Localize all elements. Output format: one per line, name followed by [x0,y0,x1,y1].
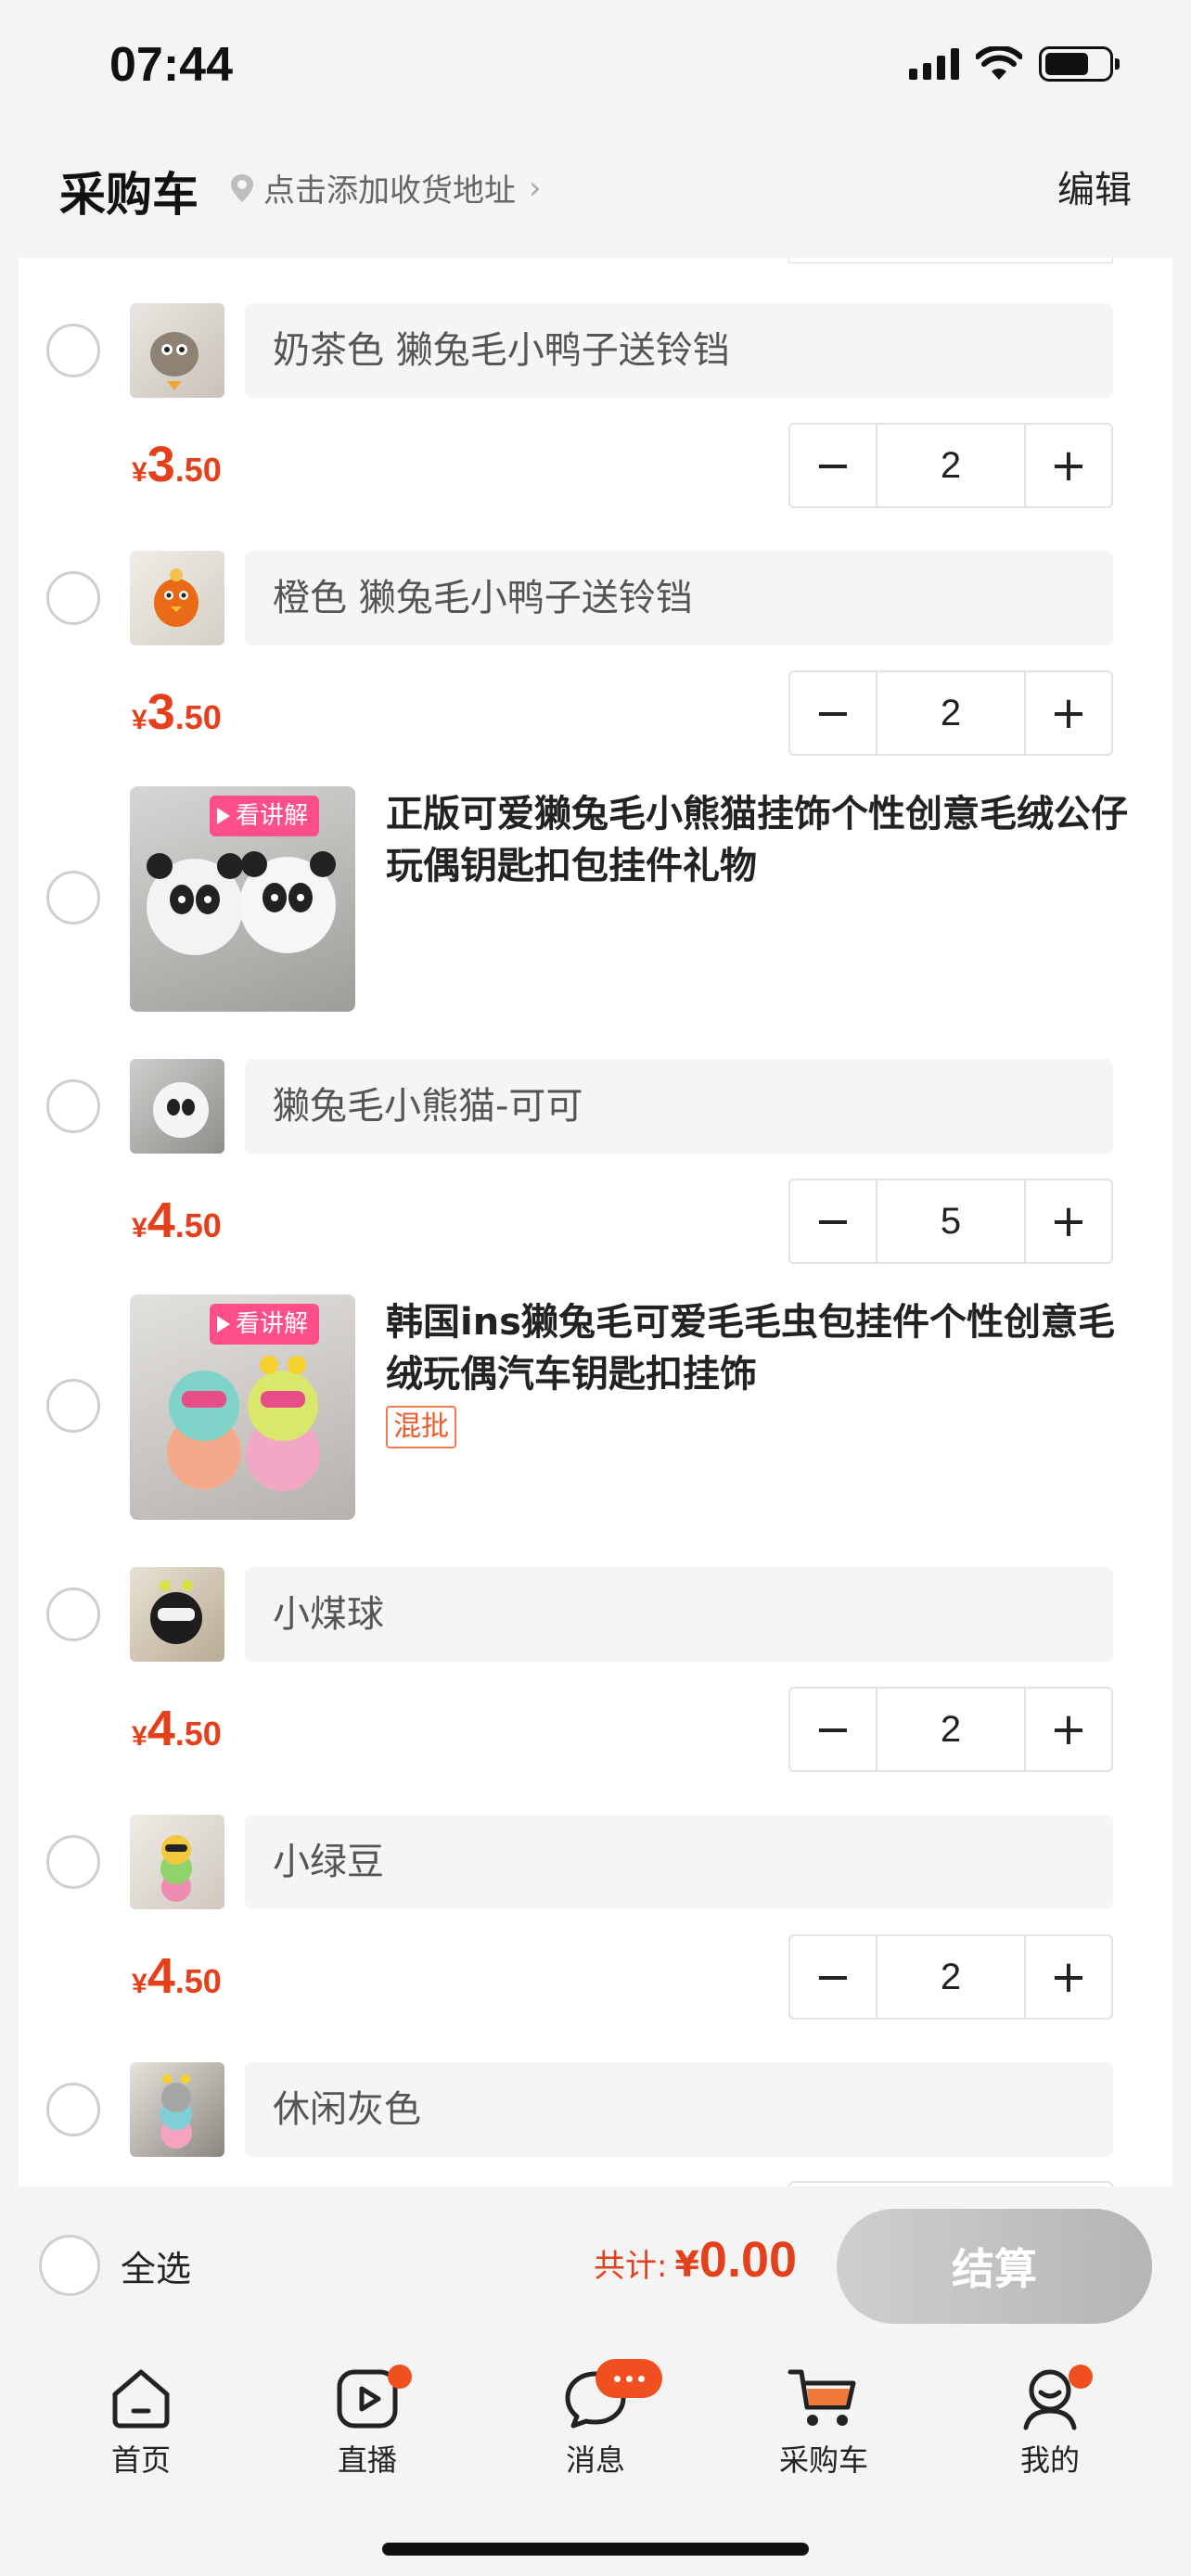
sku-checkbox[interactable] [46,1588,100,1641]
quantity-value[interactable]: 2 [876,672,1026,754]
product-image[interactable]: 看讲解 [130,1294,355,1520]
tab-me[interactable]: 我的 [976,2365,1124,2480]
badge-label: 看讲解 [236,802,309,830]
increment-button[interactable]: + [1026,672,1111,754]
play-icon [217,1316,230,1333]
cart-list: 奶茶色 獭兔毛小鸭子送铃铛 ¥3.50 − 2 + 橙色 獭兔毛小鸭子送铃铛 ¥… [19,258,1172,2187]
sku-checkbox[interactable] [46,1079,100,1133]
tab-bar: 首页 直播 消息 采购车 我的 [0,2344,1191,2576]
tab-live[interactable]: 直播 [293,2365,442,2480]
edit-button[interactable]: 编辑 [1057,159,1132,213]
quantity-stepper: − 2 + [788,1687,1113,1772]
address-label: 点击添加收货地址 [263,172,516,210]
total-label: 共计: [594,2248,668,2285]
tab-live-label: 直播 [337,2442,397,2478]
increment-button[interactable]: + [1026,425,1111,506]
quantity-value[interactable]: 2 [876,425,1026,506]
total-amount: 0.00 [698,2232,798,2288]
status-bar: 07:44 [0,0,1191,139]
live-notification-dot [388,2365,412,2389]
profile-notification-dot [1069,2365,1093,2389]
home-icon [112,2369,170,2429]
cart-icon [788,2369,856,2426]
play-icon [217,808,230,824]
status-icons [909,46,1120,82]
product-title[interactable]: 韩国ins獭兔毛可爱毛毛虫包挂件个性创意毛绒玩偶汽车钥匙扣挂饰 [386,1296,1146,1400]
product-checkbox[interactable] [46,1379,100,1433]
sku-thumbnail [130,1567,224,1662]
sku-spec[interactable]: 獭兔毛小熊猫-可可 [245,1059,1113,1154]
sku-thumbnail [130,1059,224,1154]
tab-messages-label: 消息 [565,2442,625,2478]
sku-checkbox[interactable] [46,571,100,625]
increment-button[interactable]: + [1026,1936,1111,2018]
sku-thumbnail [130,551,224,645]
quantity-stepper: − 2 + [788,1934,1113,2020]
page-title: 采购车 [59,168,198,222]
select-all-label: 全选 [121,2248,192,2289]
sku-checkbox[interactable] [46,2083,100,2136]
decrement-button[interactable]: − [790,672,876,754]
decrement-button[interactable]: − [790,1936,876,2018]
sku-price: ¥4.50 [132,1948,222,2004]
tab-home[interactable]: 首页 [67,2365,215,2480]
chevron-right-icon: › [529,169,542,207]
quantity-stepper: − 5 + [788,1179,1113,1264]
stepper-fragment [788,258,1113,263]
tab-home-label: 首页 [110,2442,171,2478]
decrement-button[interactable]: − [790,1689,876,1770]
signal-icon [909,48,959,80]
decrement-button[interactable]: − [790,1180,876,1262]
page-header: 采购车 点击添加收货地址 › 编辑 [0,139,1191,255]
product-title[interactable]: 正版可爱獭兔毛小熊猫挂饰个性创意毛绒公仔玩偶钥匙扣包挂件礼物 [386,788,1146,892]
quantity-value[interactable]: 2 [876,1936,1026,2018]
tab-messages[interactable]: 消息 [521,2359,670,2480]
decrement-button[interactable]: − [790,425,876,506]
tab-me-label: 我的 [1019,2442,1080,2478]
product-checkbox[interactable] [46,871,100,925]
increment-button[interactable]: + [1026,1689,1111,1770]
sku-price: ¥4.50 [132,1192,222,1248]
tab-cart-label: 采购车 [778,2442,868,2478]
select-all-toggle[interactable]: 全选 [39,2235,191,2296]
quantity-value[interactable]: 2 [876,1689,1026,1770]
total-price: 共计: ¥ 0.00 [594,2231,797,2289]
sku-spec[interactable]: 小绿豆 [245,1815,1113,1909]
sku-checkbox[interactable] [46,324,100,377]
checkout-button[interactable]: 结算 [837,2209,1152,2324]
watch-explanation-badge[interactable]: 看讲解 [210,796,320,836]
battery-icon [1039,46,1120,82]
quantity-stepper: − 2 + [788,423,1113,508]
increment-button[interactable]: + [1026,1180,1111,1262]
sku-price: ¥4.50 [132,1701,222,1756]
location-pin-icon [231,173,253,202]
quantity-stepper: − 2 + [788,670,1113,756]
sku-thumbnail [130,1815,224,1909]
sku-spec[interactable]: 休闲灰色 [245,2062,1113,2157]
watch-explanation-badge[interactable]: 看讲解 [210,1304,320,1345]
quantity-value[interactable]: 5 [876,1180,1026,1262]
sku-price: ¥3.50 [132,437,222,492]
sku-spec[interactable]: 奶茶色 獭兔毛小鸭子送铃铛 [245,303,1113,398]
select-all-checkbox[interactable] [39,2235,100,2296]
sku-thumbnail [130,2062,224,2157]
badge-label: 看讲解 [236,1310,309,1338]
total-currency: ¥ [674,2244,699,2285]
checkout-bar: 全选 共计: ¥ 0.00 结算 [0,2187,1191,2344]
address-selector[interactable]: 点击添加收货地址 › [228,165,542,210]
home-indicator [382,2543,809,2556]
sku-spec[interactable]: 小煤球 [245,1567,1113,1662]
sku-checkbox[interactable] [46,1835,100,1889]
product-image[interactable]: 看讲解 [130,786,355,1012]
sku-price: ¥3.50 [132,684,222,740]
sku-spec[interactable]: 橙色 獭兔毛小鸭子送铃铛 [245,551,1113,645]
sku-thumbnail [130,303,224,398]
wifi-icon [976,46,1022,80]
message-badge [596,2359,662,2398]
status-time: 07:44 [109,38,233,92]
tab-cart[interactable]: 采购车 [749,2365,898,2480]
mixed-batch-tag: 混批 [386,1406,456,1448]
